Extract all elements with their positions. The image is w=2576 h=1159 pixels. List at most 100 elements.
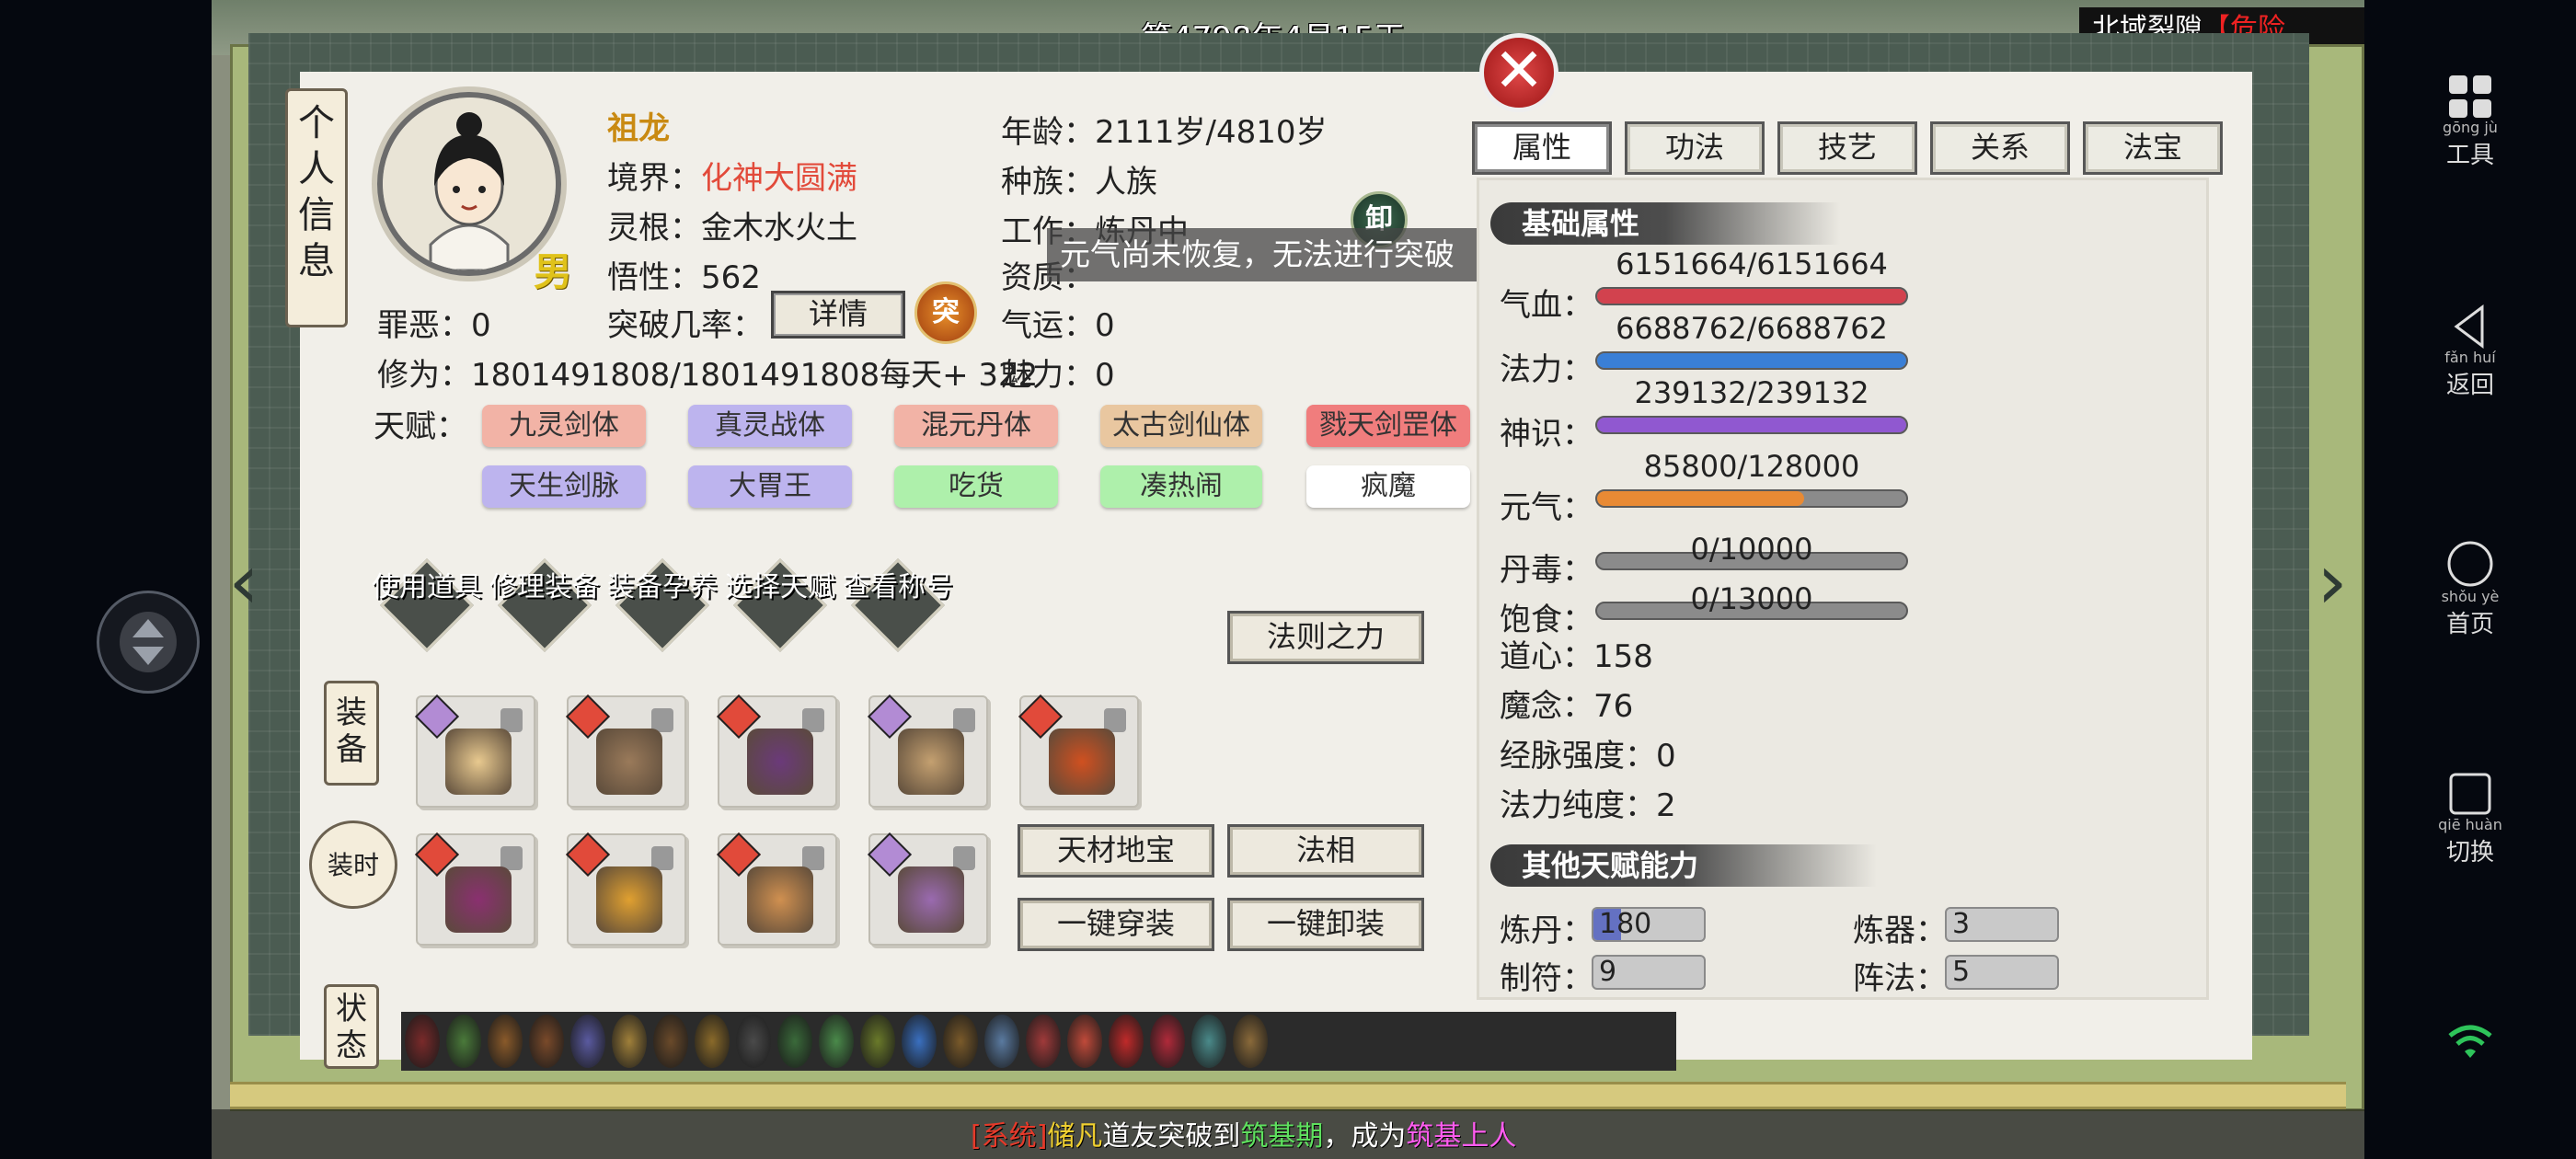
other-abilities-header: 其他天赋能力 — [1490, 844, 1877, 887]
tab-skills[interactable]: 技艺 — [1777, 121, 1917, 175]
bar-value: 0/13000 — [1690, 581, 1813, 616]
equipment-slot[interactable] — [867, 832, 988, 946]
action-label: 查看称号 — [843, 571, 953, 603]
equipment-slot[interactable] — [565, 832, 686, 946]
status-effect-icon[interactable] — [736, 1015, 771, 1068]
home-pinyin: shǒu yè — [2441, 588, 2500, 605]
equipment-slot[interactable] — [1018, 694, 1139, 808]
skill-level-box: 180 — [1592, 907, 1706, 942]
equipment-slot[interactable] — [414, 832, 535, 946]
talent-chip[interactable]: 天生剑脉 — [482, 465, 646, 508]
msg-sys: [系统] — [971, 1120, 1048, 1153]
back-label: 返回 — [2445, 372, 2494, 399]
talent-chip[interactable]: 吃货 — [894, 465, 1058, 508]
status-effect-icon[interactable] — [488, 1015, 523, 1068]
fashion-toggle-button[interactable]: 装时 — [309, 820, 397, 909]
orb-icon — [596, 866, 662, 933]
status-effect-icon[interactable] — [1150, 1015, 1185, 1068]
stat-value: 0 — [1656, 738, 1676, 775]
tools-button[interactable]: gōng jù 工具 — [2364, 74, 2576, 170]
prev-page-arrow[interactable]: ‹ — [212, 526, 276, 637]
stat-row: 法力纯度：2 — [1500, 780, 1676, 825]
action-button[interactable]: 装备孕养 — [607, 558, 718, 652]
status-effect-icon[interactable] — [943, 1015, 978, 1068]
equip-all-button[interactable]: 一键穿装 — [1018, 898, 1214, 951]
back-button[interactable]: fǎn huí 返回 — [2364, 304, 2576, 400]
tab-techniques[interactable]: 功法 — [1625, 121, 1765, 175]
msg-tail: ，成为 — [1323, 1120, 1407, 1153]
status-effect-icon[interactable] — [405, 1015, 440, 1068]
action-button[interactable]: 修理装备 — [489, 558, 600, 652]
talent-chip[interactable]: 凑热闹 — [1100, 465, 1262, 508]
status-effect-icon[interactable] — [1067, 1015, 1102, 1068]
skill-level-box: 9 — [1592, 955, 1706, 990]
home-icon — [2364, 539, 2576, 589]
treasure-button[interactable]: 天材地宝 — [1018, 824, 1214, 878]
skill-level-box: 3 — [1945, 907, 2059, 942]
unequip-all-button[interactable]: 一键卸装 — [1227, 898, 1424, 951]
status-effect-icon[interactable] — [777, 1015, 812, 1068]
progress-bar — [1595, 489, 1908, 508]
msg-title: 筑基上人 — [1406, 1120, 1517, 1153]
tab-treasures[interactable]: 法宝 — [2083, 121, 2223, 175]
comprehension-label: 悟性： — [607, 259, 701, 296]
status-effect-icon[interactable] — [984, 1015, 1019, 1068]
equipment-slot[interactable] — [716, 694, 837, 808]
cape-icon — [445, 866, 512, 933]
grid-icon — [2364, 74, 2576, 120]
status-effect-icon[interactable] — [695, 1015, 730, 1068]
bar-label: 法力： — [1500, 351, 1593, 388]
left-nav-bar — [0, 0, 212, 1159]
breakthrough-detail-button[interactable]: 详情 — [771, 291, 905, 339]
status-effect-icon[interactable] — [1191, 1015, 1226, 1068]
equipment-slot[interactable] — [414, 694, 535, 808]
talent-chip[interactable]: 大胃王 — [688, 465, 852, 508]
floating-assist-button[interactable] — [97, 591, 200, 694]
equipment-slot[interactable] — [716, 832, 837, 946]
status-effect-icon[interactable] — [1026, 1015, 1061, 1068]
action-button[interactable]: 查看称号 — [843, 558, 953, 652]
boots-icon — [898, 729, 964, 795]
switch-button[interactable]: qiē huàn 切换 — [2364, 771, 2576, 867]
status-effect-icon[interactable] — [860, 1015, 895, 1068]
talent-chip[interactable]: 疯魔 — [1306, 465, 1470, 508]
talent-chip[interactable]: 混元丹体 — [894, 405, 1058, 447]
status-effect-icon[interactable] — [819, 1015, 854, 1068]
avatar-form-button[interactable]: 法相 — [1227, 824, 1424, 878]
next-page-arrow[interactable]: › — [2300, 526, 2364, 637]
age-value: 2111岁/4810岁 — [1095, 114, 1328, 151]
status-effect-icon[interactable] — [446, 1015, 481, 1068]
equipment-slot[interactable] — [565, 694, 686, 808]
home-button[interactable]: shǒu yè 首页 — [2364, 539, 2576, 639]
breakthrough-seal-button[interactable]: 突 — [914, 281, 977, 344]
talent-chip[interactable]: 真灵战体 — [688, 405, 852, 447]
equipment-slot[interactable] — [867, 694, 988, 808]
msg-realm: 筑基期 — [1240, 1120, 1324, 1153]
action-button[interactable]: 使用道具 — [372, 558, 482, 652]
robe-icon — [445, 729, 512, 795]
tools-label: 工具 — [2445, 142, 2494, 169]
status-effect-icon[interactable] — [612, 1015, 647, 1068]
status-effect-icon[interactable] — [570, 1015, 605, 1068]
talent-chip[interactable]: 太古剑仙体 — [1100, 405, 1262, 447]
action-button[interactable]: 选择天赋 — [725, 558, 835, 652]
status-effect-icon[interactable] — [529, 1015, 564, 1068]
skill-label: 制符： — [1500, 960, 1593, 997]
tab-relations[interactable]: 关系 — [1930, 121, 2070, 175]
status-effect-icon[interactable] — [902, 1015, 937, 1068]
root-label: 灵根： — [607, 210, 701, 247]
status-effect-icon[interactable] — [1109, 1015, 1144, 1068]
close-button[interactable]: ✕ — [1479, 33, 1558, 112]
talent-chip[interactable]: 戮天剑罡体 — [1306, 405, 1470, 447]
status-effect-icon[interactable] — [1233, 1015, 1268, 1068]
status-effect-icon[interactable] — [653, 1015, 688, 1068]
talent-chip[interactable]: 九灵剑体 — [482, 405, 646, 447]
switch-label: 切换 — [2445, 839, 2494, 866]
tab-attributes[interactable]: 属性 — [1472, 121, 1612, 175]
sin-value: 0 — [471, 307, 491, 344]
breakthrough-label: 突破几率： — [607, 307, 764, 344]
action-label: 选择天赋 — [725, 571, 835, 603]
law-power-button[interactable]: 法则之力 — [1227, 611, 1424, 664]
bar-value: 6688762/6688762 — [1616, 311, 1888, 346]
stat-label: 道心： — [1500, 638, 1593, 675]
